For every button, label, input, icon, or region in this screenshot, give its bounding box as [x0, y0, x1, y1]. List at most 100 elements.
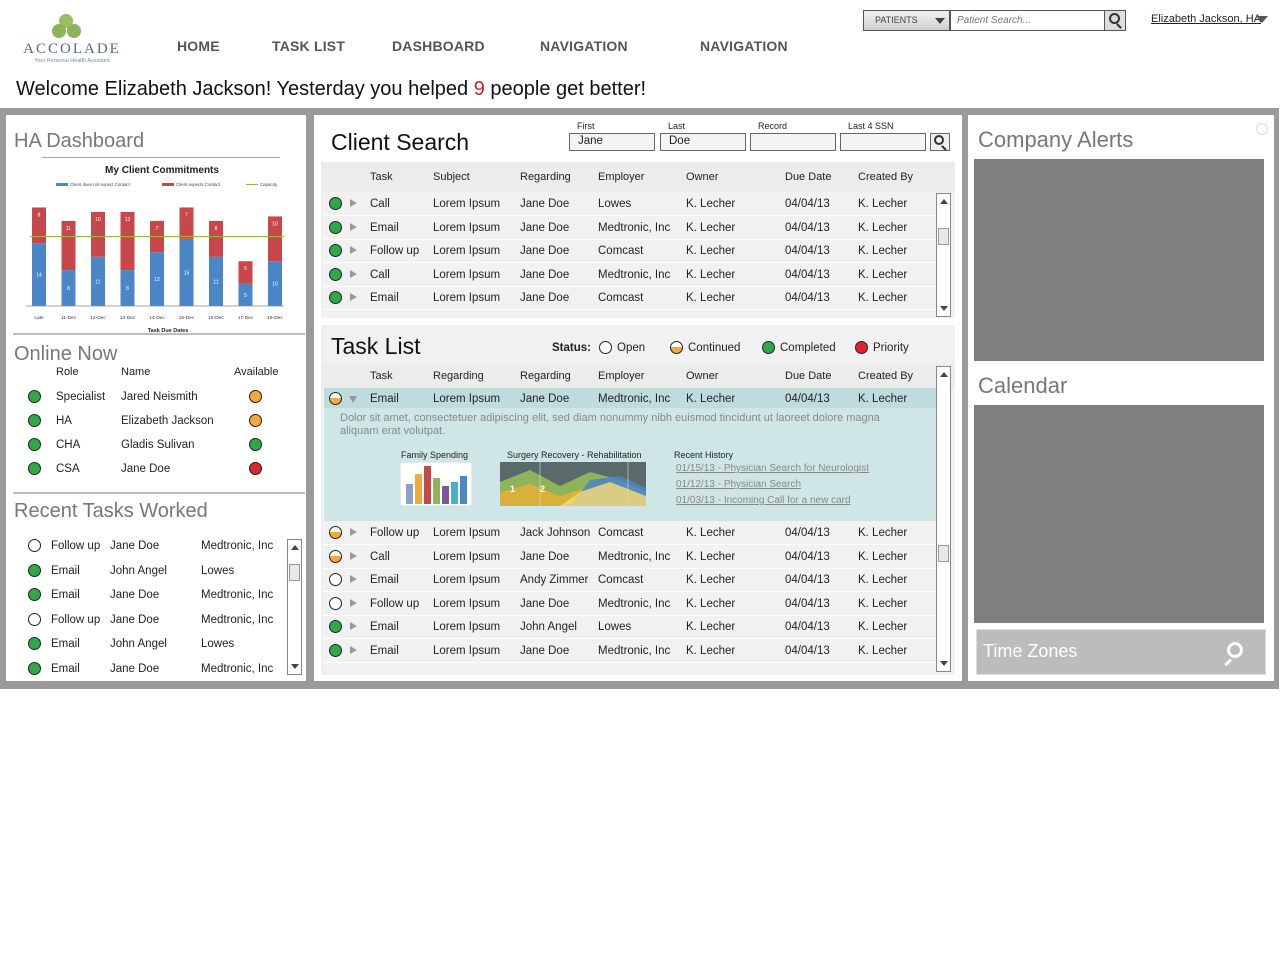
time-zones-bar[interactable]: Time Zones [976, 629, 1266, 675]
row-divider [324, 309, 936, 310]
first-name-field[interactable]: Jane [569, 133, 655, 151]
task-row-expanded-content[interactable]: Email Lorem Ipsum Jane Doe Medtronic, Inc K.… [324, 388, 936, 410]
cell-created: K. Lecher [858, 574, 908, 586]
status-legend-label: Priority [873, 342, 909, 354]
column-header[interactable]: Regarding [520, 171, 571, 183]
recent-task-row[interactable]: Follow up Jane Doe Medtronic, Inc [6, 611, 286, 631]
client-search-scrollbar[interactable] [936, 193, 951, 317]
nav-dashboard[interactable]: DASHBOARD [392, 38, 485, 54]
recent-task-row[interactable]: Email Jane Doe Medtronic, Inc [6, 586, 286, 606]
column-header[interactable]: Owner [686, 370, 718, 382]
search-icon[interactable] [1256, 123, 1268, 135]
cell-subject: Lorem Ipsum [433, 550, 501, 563]
column-header[interactable]: Due Date [785, 370, 831, 382]
table-row[interactable]: Email Lorem Ipsum Jane Doe Medtronic, Inc K.… [324, 217, 936, 239]
column-header[interactable]: Task [370, 370, 393, 382]
patients-dropdown[interactable]: PATIENTS [863, 10, 950, 31]
user-menu[interactable]: Elizabeth Jackson, HA [1151, 13, 1261, 25]
cell-regarding: Jack Johnson [520, 527, 591, 539]
bar-data-label: 10 [272, 282, 278, 288]
history-link[interactable]: 01/12/13 - Physician Search [676, 479, 801, 490]
column-header[interactable]: Regarding [520, 370, 571, 382]
scroll-down-icon[interactable] [940, 306, 948, 311]
expand-row-icon[interactable] [350, 551, 357, 560]
client-search-button[interactable] [930, 133, 950, 151]
expand-row-icon[interactable] [350, 269, 357, 278]
nav-navigation-2[interactable]: NAVIGATION [700, 38, 788, 54]
expand-row-icon[interactable] [350, 199, 357, 207]
online-name[interactable]: Gladis Sulivan [121, 439, 195, 451]
collapse-row-icon[interactable] [349, 396, 357, 403]
table-row[interactable]: Email Lorem Ipsum Jane Doe Medtronic, Inc K.… [324, 640, 936, 662]
online-name[interactable]: Elizabeth Jackson [121, 415, 214, 427]
column-header[interactable]: Created By [858, 171, 913, 183]
accolade-logo[interactable]: ACCOLADE Your Personal Health Assistant [14, 12, 130, 66]
scroll-up-icon[interactable] [940, 372, 948, 377]
last-name-label: Last [668, 121, 686, 131]
nav-navigation-1[interactable]: NAVIGATION [540, 38, 628, 54]
expand-row-icon[interactable] [350, 246, 357, 254]
column-header[interactable]: Employer [598, 370, 644, 382]
recent-task-row[interactable]: Email John Angel Lowes [6, 562, 286, 582]
scroll-thumb[interactable] [938, 228, 949, 245]
table-row[interactable]: Call Lorem Ipsum Jane Doe Lowes K. Lecher 04/… [324, 193, 936, 215]
patient-search-button[interactable] [1104, 10, 1126, 31]
table-row[interactable]: Follow up Lorem Ipsum Jane Doe Comcast K. Le… [324, 240, 936, 262]
column-header[interactable]: Employer [598, 171, 644, 183]
expand-row-icon[interactable] [350, 528, 357, 536]
scroll-down-icon[interactable] [291, 664, 299, 669]
online-name[interactable]: Jane Doe [121, 463, 170, 475]
online-name[interactable]: Jared Neismith [121, 391, 198, 403]
x-tick-label: 17-Dec [238, 315, 254, 321]
expand-row-icon[interactable] [350, 645, 357, 654]
search-icon[interactable] [1223, 642, 1243, 667]
cell-owner: K. Lecher [686, 393, 736, 405]
ssn-field[interactable] [840, 133, 926, 151]
recent-task-row[interactable]: Email John Angel Lowes [6, 635, 286, 655]
recent-task-row[interactable]: Follow up Jane Doe Medtronic, Inc [6, 537, 286, 557]
recent-task-row[interactable]: Email Jane Doe Medtronic, Inc [6, 660, 286, 680]
scroll-up-icon[interactable] [940, 199, 948, 204]
expand-row-icon[interactable] [350, 222, 357, 231]
status-legend-label: Open [617, 342, 646, 354]
table-row[interactable]: Email Lorem Ipsum Jane Doe Comcast K. Lecher… [324, 287, 936, 309]
column-header[interactable]: Regarding [433, 370, 484, 382]
table-row[interactable]: Email Lorem Ipsum John Angel Lowes K. Lecher… [324, 616, 936, 638]
nav-task-list[interactable]: TASK LIST [272, 38, 345, 54]
expand-row-icon[interactable] [350, 293, 357, 301]
expand-row-icon[interactable] [350, 575, 357, 583]
table-row[interactable]: Call Lorem Ipsum Jane Doe Medtronic, Inc K. … [324, 264, 936, 286]
chevron-down-icon[interactable] [1256, 16, 1268, 23]
last-name-field[interactable]: Doe [660, 133, 746, 151]
scroll-thumb[interactable] [938, 545, 949, 562]
scroll-down-icon[interactable] [940, 661, 948, 666]
task-list-scrollbar[interactable] [936, 366, 951, 672]
x-tick-label: 18-Dec [267, 315, 283, 321]
table-row[interactable]: Follow up Lorem Ipsum Jane Doe Medtronic, I… [324, 593, 936, 615]
scroll-thumb[interactable] [289, 564, 300, 581]
expand-row-icon[interactable] [350, 598, 357, 607]
table-row[interactable]: Email Lorem Ipsum Andy Zimmer Comcast K. Lec… [324, 569, 936, 591]
column-header[interactable]: Due Date [785, 171, 831, 183]
recent-tasks-scrollbar[interactable] [287, 539, 302, 675]
column-header[interactable]: Created By [858, 370, 913, 382]
scroll-up-icon[interactable] [291, 545, 299, 550]
column-header[interactable]: Owner [686, 171, 718, 183]
status-legend-label: Continued [688, 342, 741, 354]
column-header[interactable]: Task [370, 171, 393, 183]
table-row[interactable]: Follow up Lorem Ipsum Jack Johnson Comcast K… [324, 522, 936, 544]
table-row[interactable]: Call Lorem Ipsum Jane Doe Medtronic, Inc K. … [324, 546, 936, 568]
history-link[interactable]: 01/03/13 - Incoming Call for a new card [676, 495, 851, 506]
task-status-icon [28, 661, 41, 675]
logo-tagline: Your Personal Health Assistant [34, 58, 110, 64]
cell-created: K. Lecher [858, 550, 908, 563]
patient-search-input[interactable] [950, 10, 1105, 31]
cell-employer: Medtronic, Inc [598, 550, 671, 563]
history-link[interactable]: 01/15/13 - Physician Search for Neurolog… [676, 463, 869, 474]
column-header[interactable]: Subject [433, 171, 470, 183]
recent-task-employer: Lowes [201, 564, 235, 577]
record-field[interactable] [750, 133, 836, 151]
nav-home[interactable]: HOME [177, 38, 220, 54]
expand-row-icon[interactable] [350, 622, 357, 630]
ha-dashboard-title: HA Dashboard [14, 130, 145, 152]
